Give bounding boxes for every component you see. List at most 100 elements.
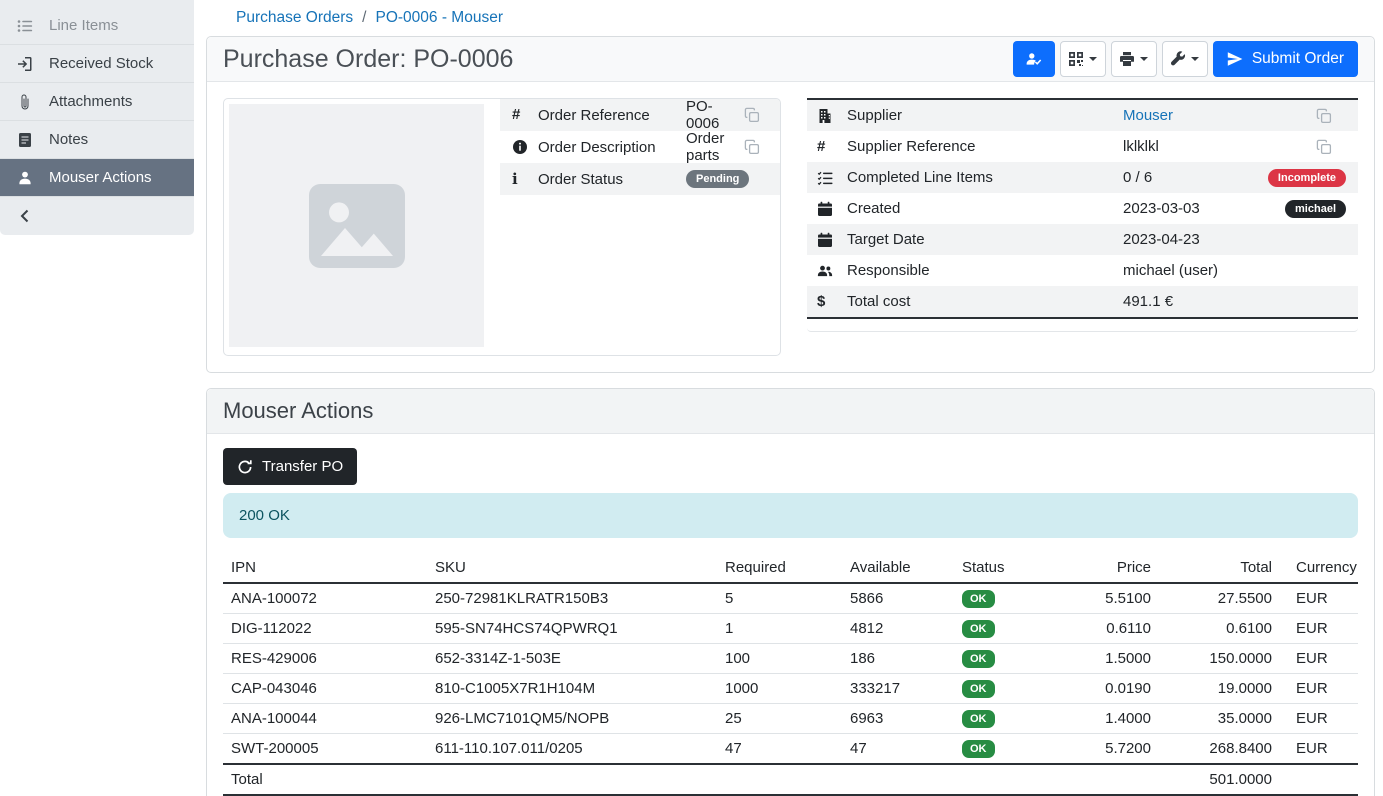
copy-icon xyxy=(744,107,770,123)
purchase-order-card: Purchase Order: PO-0006 Submit Order xyxy=(206,36,1375,373)
hash-icon: # xyxy=(512,107,538,123)
info-filled-icon xyxy=(512,139,538,155)
cell-total: 19.0000 xyxy=(1159,674,1280,704)
detail-row-responsible: Responsiblemichael (user) xyxy=(807,255,1358,286)
cell-sku: 652-3314Z-1-503E xyxy=(427,644,717,674)
cell-available: 47 xyxy=(842,734,954,765)
assign-user-button[interactable] xyxy=(1013,41,1055,77)
building-icon xyxy=(817,108,847,124)
sidebar-item-received-stock[interactable]: Received Stock xyxy=(0,45,194,83)
cell-ipn: RES-429006 xyxy=(223,644,427,674)
footer-empty-cell xyxy=(1280,764,1358,795)
paperclip-icon xyxy=(17,94,33,110)
detail-label: Supplier Reference xyxy=(847,138,1123,155)
table-row: ANA-100072250-72981KLRATR150B355866OK5.5… xyxy=(223,583,1358,614)
order-actions-menu-button[interactable] xyxy=(1162,41,1208,77)
ok-badge: OK xyxy=(962,710,995,728)
image-icon xyxy=(307,182,407,270)
cell-price: 1.4000 xyxy=(1054,704,1159,734)
sidebar-item-label: Mouser Actions xyxy=(49,169,152,186)
detail-value-link[interactable]: Mouser xyxy=(1123,107,1173,124)
detail-row-right-slot xyxy=(1316,108,1346,124)
cell-status: OK xyxy=(954,704,1054,734)
toolbar-buttons xyxy=(1013,41,1208,77)
footer-total-label: Total xyxy=(223,764,1159,795)
table-row: DIG-112022595-SN74HCS74QPWRQ114812OK0.61… xyxy=(223,614,1358,644)
table-head: IPNSKURequiredAvailableStatusPriceTotalC… xyxy=(223,553,1358,583)
column-header-price: Price xyxy=(1054,553,1159,583)
order-image-placeholder[interactable] xyxy=(229,104,484,347)
sidebar-item-notes[interactable]: Notes xyxy=(0,121,194,159)
copy-icon xyxy=(1316,139,1346,155)
detail-row-total-cost: $Total cost491.1 € xyxy=(807,286,1358,317)
main-content: Purchase Orders/PO-0006 - Mouser Purchas… xyxy=(194,0,1383,796)
copy-button[interactable] xyxy=(744,139,770,155)
table-body: ANA-100072250-72981KLRATR150B355866OK5.5… xyxy=(223,583,1358,764)
detail-value: 491.1 € xyxy=(1123,293,1173,310)
submit-order-label: Submit Order xyxy=(1252,50,1344,68)
sidebar-item-line-items[interactable]: Line Items xyxy=(0,7,194,45)
sidebar-item-attachments[interactable]: Attachments xyxy=(0,83,194,121)
ok-badge: OK xyxy=(962,650,995,668)
cell-status: OK xyxy=(954,644,1054,674)
toolbar: Submit Order xyxy=(1013,41,1358,77)
cell-currency: EUR xyxy=(1280,644,1358,674)
transfer-po-button[interactable]: Transfer PO xyxy=(223,448,357,485)
submit-order-button[interactable]: Submit Order xyxy=(1213,41,1358,77)
copy-button[interactable] xyxy=(1316,108,1346,124)
detail-value: 2023-03-03 xyxy=(1123,200,1200,217)
cell-price: 0.0190 xyxy=(1054,674,1159,704)
pending-badge: Pending xyxy=(686,170,749,188)
sidebar-item-label: Received Stock xyxy=(49,55,153,72)
cell-available: 4812 xyxy=(842,614,954,644)
table-header-row: IPNSKURequiredAvailableStatusPriceTotalC… xyxy=(223,553,1358,583)
copy-button[interactable] xyxy=(744,107,770,123)
detail-value: Order parts xyxy=(686,130,744,164)
breadcrumb-link-po-0006-mouser[interactable]: PO-0006 - Mouser xyxy=(375,9,503,26)
detail-label: Order Status xyxy=(538,171,686,188)
order-detail-table: #Order ReferencePO-0006Order Description… xyxy=(500,99,780,355)
users-icon xyxy=(817,263,847,279)
mouser-actions-card: Mouser Actions Transfer PO 200 OK IPNSKU… xyxy=(206,388,1375,796)
detail-label: Order Reference xyxy=(538,107,686,124)
cell-sku: 926-LMC7101QM5/NOPB xyxy=(427,704,717,734)
sidebar-item-label: Attachments xyxy=(49,93,132,110)
column-header-status: Status xyxy=(954,553,1054,583)
detail-row-right-slot xyxy=(744,107,770,123)
cell-ipn: ANA-100072 xyxy=(223,583,427,614)
detail-row-order-description: Order DescriptionOrder parts xyxy=(500,131,780,163)
sidebar-item-mouser-actions[interactable]: Mouser Actions xyxy=(0,159,194,197)
sidebar-collapse-button[interactable] xyxy=(0,197,194,235)
column-header-sku: SKU xyxy=(427,553,717,583)
detail-row-target-date: Target Date2023-04-23 xyxy=(807,224,1358,255)
ok-badge: OK xyxy=(962,680,995,698)
cell-status: OK xyxy=(954,674,1054,704)
cell-required: 100 xyxy=(717,644,842,674)
detail-label: Completed Line Items xyxy=(847,169,1123,186)
list-icon xyxy=(17,18,33,34)
barcode-menu-button[interactable] xyxy=(1060,41,1106,77)
cell-total: 35.0000 xyxy=(1159,704,1280,734)
copy-button[interactable] xyxy=(1316,139,1346,155)
order-summary-card: #Order ReferencePO-0006Order Description… xyxy=(223,98,781,356)
purchase-order-card-header: Purchase Order: PO-0006 Submit Order xyxy=(207,37,1374,82)
cell-available: 333217 xyxy=(842,674,954,704)
cell-required: 1 xyxy=(717,614,842,644)
detail-label: Supplier xyxy=(847,107,1123,124)
sidebar-item-label: Line Items xyxy=(49,17,118,34)
print-menu-button[interactable] xyxy=(1111,41,1157,77)
dollar-icon: $ xyxy=(817,294,847,310)
column-header-currency: Currency xyxy=(1280,553,1358,583)
detail-label: Total cost xyxy=(847,293,1123,310)
detail-row-right-slot: Incomplete xyxy=(1268,169,1346,187)
cell-required: 1000 xyxy=(717,674,842,704)
printer-icon xyxy=(1119,51,1135,67)
detail-value: 0 / 6 xyxy=(1123,169,1152,186)
ok-badge: OK xyxy=(962,620,995,638)
calendar-icon xyxy=(817,232,847,248)
supplier-detail-footer xyxy=(807,319,1358,332)
breadcrumb-link-purchase-orders[interactable]: Purchase Orders xyxy=(236,9,353,26)
calendar-icon xyxy=(817,201,847,217)
cell-price: 1.5000 xyxy=(1054,644,1159,674)
cell-ipn: DIG-112022 xyxy=(223,614,427,644)
